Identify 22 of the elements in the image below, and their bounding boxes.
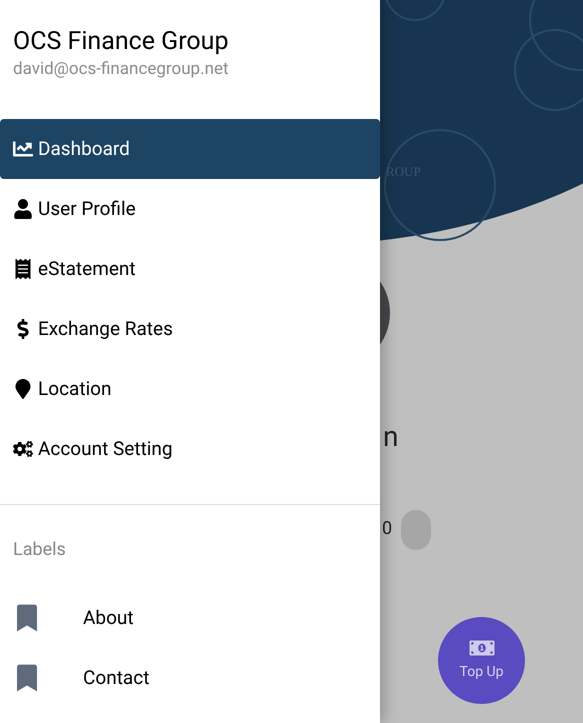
labels-heading: Labels [13, 539, 66, 560]
menu-item[interactable]: Dashboard [0, 119, 380, 179]
gears-icon [13, 439, 33, 459]
menu-item[interactable]: Location [0, 359, 380, 419]
balance-text: 0 [382, 517, 392, 541]
menu-item[interactable]: eStatement [0, 239, 380, 299]
email-text: david@ocs-financegroup.net [13, 58, 230, 80]
label-item[interactable]: About [0, 588, 380, 648]
bookmark-icon [17, 604, 37, 632]
receipt-icon [13, 259, 33, 279]
company-title: OCS Finance Group [13, 26, 230, 58]
bookmark-icon [17, 664, 37, 692]
menu-item[interactable]: User Profile [0, 179, 380, 239]
map-pin-icon [13, 379, 33, 399]
banknote-icon [468, 638, 494, 658]
menu-item[interactable]: Exchange Rates [0, 299, 380, 359]
chart-icon [13, 139, 33, 159]
menu-item[interactable]: Account Setting [0, 419, 380, 479]
name-text: n [383, 419, 398, 455]
user-icon [13, 199, 33, 219]
top-up-button[interactable]: Top Up [438, 617, 525, 704]
label-item[interactable]: Contact [0, 648, 380, 708]
